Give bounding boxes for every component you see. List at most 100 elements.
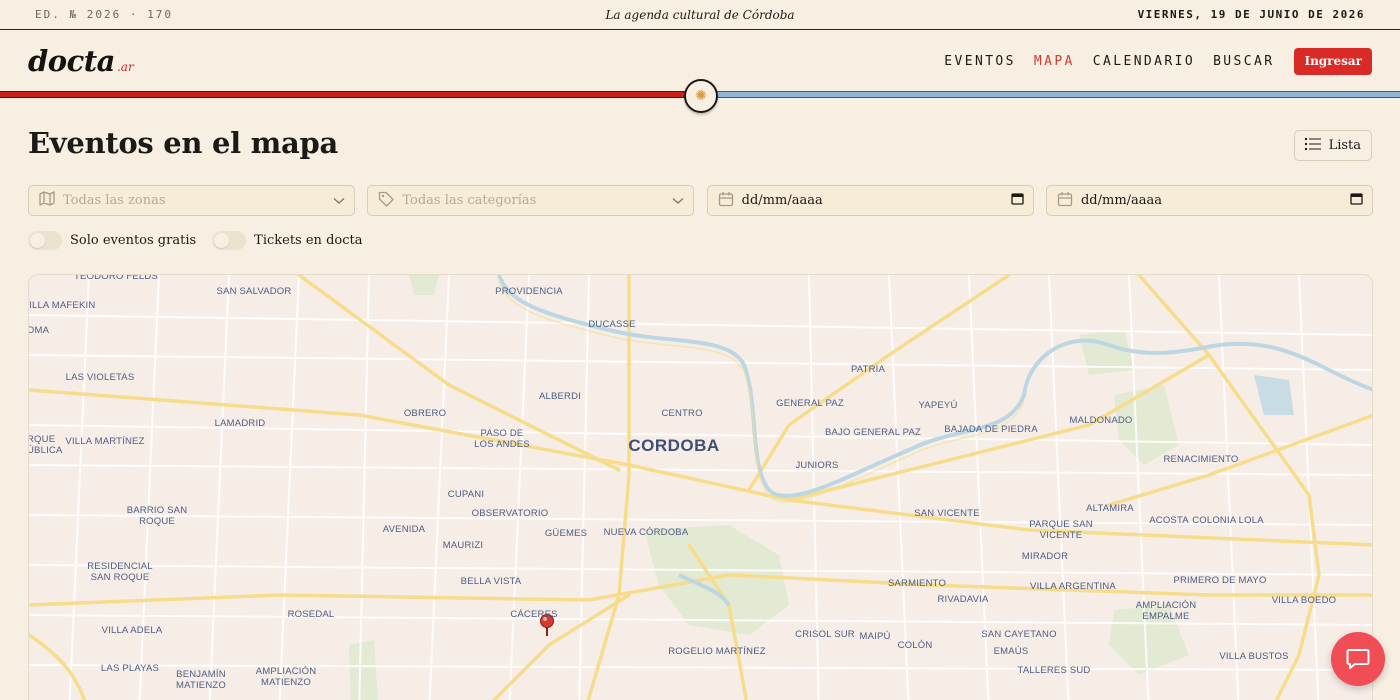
map-neighborhood-label: EMAÚS (993, 646, 1029, 657)
edition-number: ED. № 2026 · 170 (35, 8, 173, 21)
map-neighborhood-label: CRISOL SUR (795, 629, 855, 640)
map-neighborhood-label: VILLA BUSTOS (1219, 651, 1289, 662)
chevron-down-icon (672, 194, 684, 208)
zones-select[interactable]: Todas las zonas (28, 185, 355, 216)
map-neighborhood-label: YAPEYÚ (918, 400, 958, 411)
filters-bar: Todas las zonas Todas las categorías dd/… (28, 185, 1373, 216)
tag-icon (377, 191, 395, 211)
current-date: VIERNES, 19 DE JUNIO DE 2026 (1137, 8, 1365, 21)
map-icon (38, 191, 56, 210)
map-neighborhood-label: PASO DE LOS ANDES (474, 428, 530, 450)
map-neighborhood-label: MAIPÚ (859, 631, 891, 642)
site-logo[interactable]: docta .ar (28, 44, 134, 78)
nav-eventos[interactable]: EVENTOS (944, 54, 1016, 69)
page-title: Eventos en el mapa (28, 126, 338, 160)
nav-calendario[interactable]: CALENDARIO (1093, 54, 1195, 69)
map-neighborhood-label: MIRADOR (1021, 551, 1069, 562)
switch-knob (214, 233, 230, 248)
map-neighborhood-label: OBRERO (403, 408, 447, 419)
map-neighborhood-label: VILLA MARTÍNEZ (65, 436, 145, 447)
chat-button[interactable] (1331, 632, 1385, 686)
map-neighborhood-label: CENTRO (661, 408, 703, 419)
zones-select-value: Todas las zonas (63, 193, 166, 208)
map-neighborhood-label: SAN SALVADOR (216, 286, 292, 297)
calendar-icon (717, 191, 735, 211)
chat-icon (1346, 649, 1370, 669)
nav-buscar[interactable]: BUSCAR (1213, 54, 1274, 69)
calendar-picker-icon[interactable] (1350, 192, 1363, 209)
map-neighborhood-label: RENACIMIENTO (1163, 454, 1239, 465)
free-events-label: Solo eventos gratis (70, 233, 197, 248)
list-view-label: Lista (1328, 138, 1361, 153)
logo-name: docta (28, 44, 115, 78)
map-neighborhood-label: RESIDENCIAL SAN ROQUE (87, 561, 153, 583)
stripe-red (0, 91, 700, 98)
map-base (29, 275, 1372, 700)
map-neighborhood-label: AMPLIACIÓN EMPALME (1135, 600, 1197, 622)
map-neighborhood-label: GENERAL PAZ (776, 398, 844, 409)
map-neighborhood-label: RIVADAVIA (937, 594, 989, 605)
map-neighborhood-label: VILLA BOEDO (1271, 595, 1337, 606)
stripe-blue (700, 91, 1400, 98)
map-neighborhood-label: AMPLIACIÓN MATIENZO (255, 666, 317, 688)
categories-select-value: Todas las categorías (402, 193, 537, 208)
docta-tickets-label: Tickets en docta (254, 233, 363, 248)
top-strip: ED. № 2026 · 170 La agenda cultural de C… (0, 0, 1400, 30)
map-neighborhood-label: ALTAMIRA (1086, 503, 1134, 514)
events-map[interactable]: CORDOBA TEODORO FELDS SAN SALVADOR VILLA… (28, 274, 1373, 700)
chevron-down-icon (333, 194, 345, 208)
map-neighborhood-label: DUCASSE (588, 319, 636, 330)
map-neighborhood-label: PROVIDENCIA (495, 286, 563, 297)
map-neighborhood-label: TALLERES SUD (1017, 665, 1091, 676)
calendar-icon (1056, 191, 1074, 211)
free-events-toggle[interactable]: Solo eventos gratis (28, 231, 196, 250)
login-button[interactable]: Ingresar (1294, 47, 1372, 75)
map-neighborhood-label: ALBERDI (538, 391, 582, 402)
switch-knob (30, 233, 45, 248)
map-neighborhood-label: ROGELIO MARTÍNEZ (668, 646, 766, 657)
map-neighborhood-label: CÁCERES (510, 609, 558, 620)
map-neighborhood-label: ROSEDAL (287, 609, 335, 620)
map-neighborhood-label: BAJO GENERAL PAZ (824, 427, 922, 438)
categories-select[interactable]: Todas las categorías (367, 185, 695, 216)
map-neighborhood-label: COLONIA LOLA (1192, 515, 1264, 526)
logo-tld: .ar (116, 60, 134, 74)
map-neighborhood-label: SAN VICENTE (914, 508, 980, 519)
map-neighborhood-label: LAS PLAYAS (100, 663, 160, 674)
sun-emblem-icon: ✺ (684, 79, 718, 113)
map-neighborhood-label: BENJAMÍN MATIENZO (176, 669, 226, 691)
date-from-value: dd/mm/aaaa (741, 193, 823, 208)
map-neighborhood-label: SARMIENTO (887, 578, 947, 589)
date-from-input[interactable]: dd/mm/aaaa (706, 185, 1034, 216)
map-neighborhood-label: BARRIO SAN ROQUE (126, 505, 188, 527)
map-neighborhood-label: LAS VIOLETAS (65, 372, 135, 383)
map-neighborhood-label: VILLA ADELA (101, 625, 163, 636)
map-neighborhood-label: LAMADRID (214, 418, 266, 429)
docta-tickets-toggle[interactable]: Tickets en docta (212, 231, 362, 250)
map-neighborhood-label: PRIMERO DE MAYO (1173, 575, 1267, 586)
date-to-value: dd/mm/aaaa (1080, 193, 1163, 208)
map-neighborhood-label: BAJADA DE PIEDRA (944, 424, 1038, 435)
free-events-switch[interactable] (28, 231, 62, 250)
map-neighborhood-label: MALDONADO (1069, 415, 1133, 426)
map-neighborhood-label: TEODORO FELDS (74, 274, 158, 282)
map-neighborhood-label: GÜEMES (544, 528, 588, 539)
map-neighborhood-label: PARQUE SAN VICENTE (1029, 519, 1093, 541)
map-neighborhood-label: BELLA VISTA (460, 576, 522, 587)
map-neighborhood-label: VILLA ARGENTINA (1030, 581, 1116, 592)
list-icon (1304, 136, 1321, 155)
nav-mapa[interactable]: MAPA (1034, 54, 1075, 69)
map-neighborhood-label: NUEVA CÓRDOBA (603, 527, 689, 538)
map-neighborhood-label: PATRIA (850, 364, 886, 375)
map-city-label: CORDOBA (628, 436, 720, 455)
map-neighborhood-label: CUPANI (447, 489, 485, 500)
map-neighborhood-label: MAURIZI (442, 540, 484, 551)
map-neighborhood-label: OMA (28, 325, 50, 336)
date-to-input[interactable]: dd/mm/aaaa (1045, 185, 1373, 216)
docta-tickets-switch[interactable] (212, 231, 247, 250)
map-neighborhood-label: COLÓN (897, 640, 933, 651)
map-neighborhood-label: VILLA MAFEKIN (28, 300, 96, 311)
calendar-picker-icon[interactable] (1011, 192, 1024, 209)
list-view-button[interactable]: Lista (1293, 130, 1372, 161)
main-nav: EVENTOS MAPA CALENDARIO BUSCAR Ingresar (926, 47, 1372, 75)
